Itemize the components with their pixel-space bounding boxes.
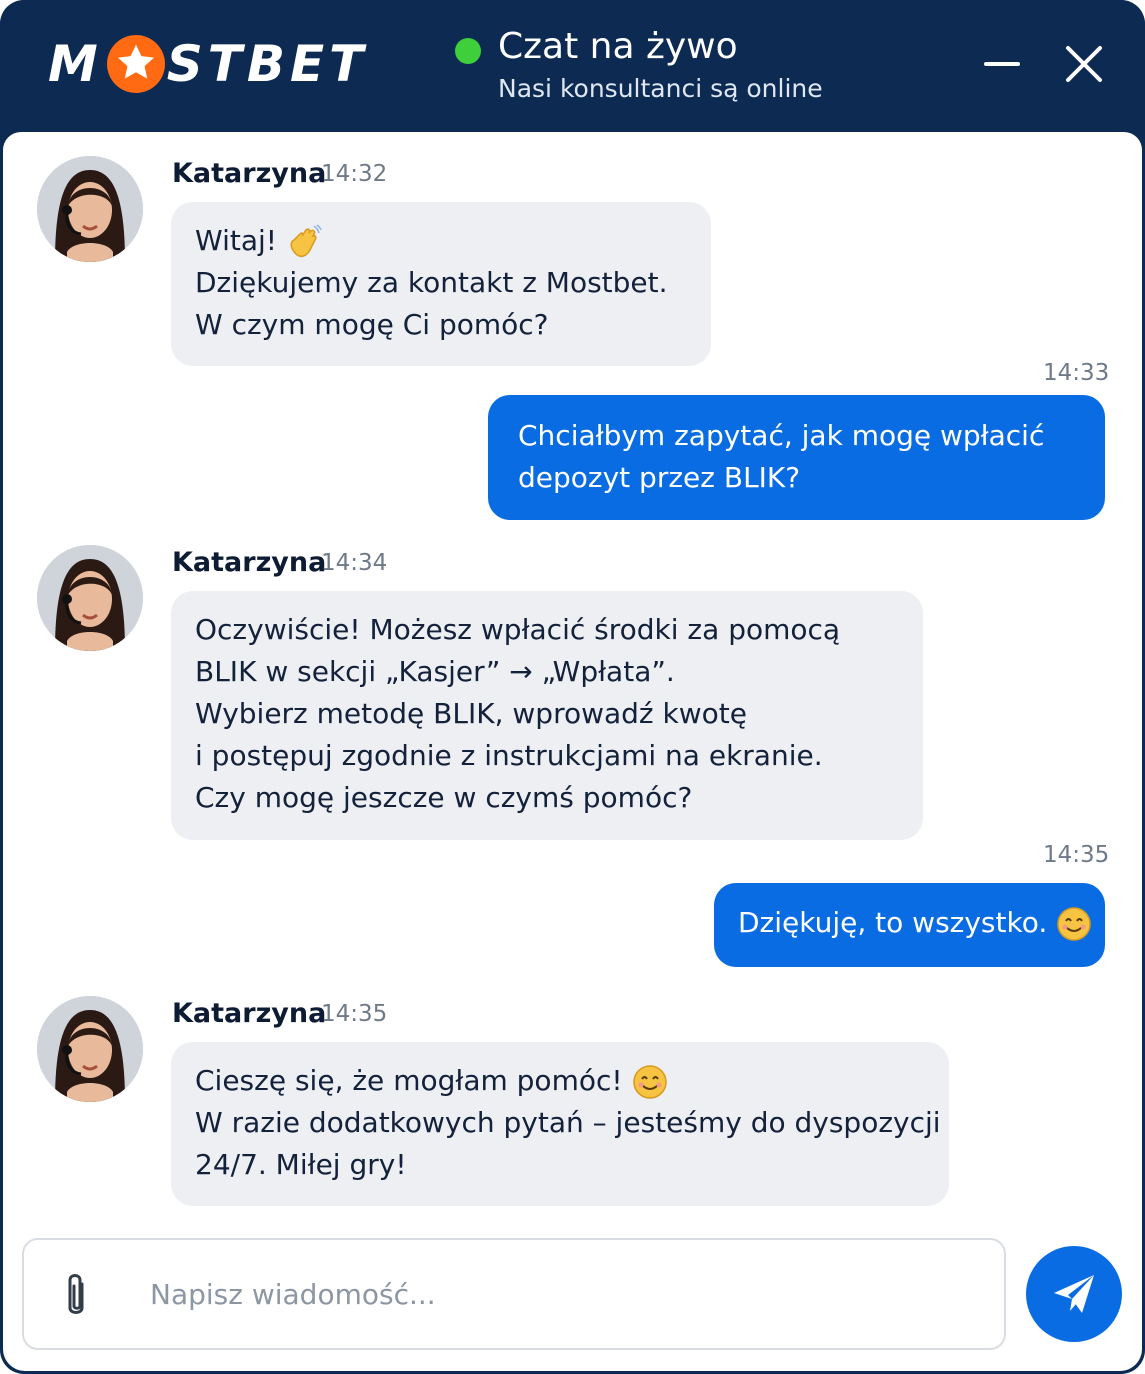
agent-name: Katarzyna — [172, 158, 327, 189]
message-time: 14:35 — [1043, 842, 1110, 868]
chat-body: Katarzyna 14:32 Witaj! Dziękujemy za kon… — [3, 132, 1142, 1371]
message-line: BLIK w sekcji „Kasjer” → „Wpłata”. — [195, 655, 675, 688]
message-time: 14:32 — [321, 161, 388, 187]
user-message-bubble: Dziękuję, to wszystko. — [714, 883, 1105, 967]
message-composer — [22, 1238, 1006, 1350]
chat-header: M STBET Czat na żywo Nasi konsultanci są… — [0, 0, 1145, 134]
message-line: Oczywiście! Możesz wpłacić środki za pom… — [195, 613, 841, 646]
agent-message-bubble: Oczywiście! Możesz wpłacić środki za pom… — [171, 591, 923, 840]
paperclip-icon — [68, 1274, 84, 1314]
agent-avatar — [37, 156, 143, 262]
message-line: i postępuj zgodnie z instrukcjami na ekr… — [195, 739, 823, 772]
waving-hand-icon — [290, 224, 322, 258]
message-line: Witaj! — [195, 220, 687, 262]
message-line: W razie dodatkowych pytań – jesteśmy do … — [195, 1106, 941, 1139]
chat-subtitle: Nasi konsultanci są online — [498, 74, 823, 103]
message-line: depozyt przez BLIK? — [518, 461, 801, 494]
agent-name: Katarzyna — [172, 547, 327, 578]
message-line: 24/7. Miłej gry! — [195, 1148, 407, 1181]
agent-avatar — [37, 545, 143, 651]
chat-title: Czat na żywo — [498, 26, 738, 67]
agent-name: Katarzyna — [172, 998, 327, 1029]
send-button[interactable] — [1026, 1246, 1122, 1342]
agent-avatar — [37, 996, 143, 1102]
chat-widget: M STBET Czat na żywo Nasi konsultanci są… — [0, 0, 1145, 1374]
message-line: Cieszę się, że mogłam pomóc! — [195, 1060, 925, 1102]
online-status-dot — [455, 38, 481, 64]
minimize-icon — [984, 62, 1020, 66]
agent-message-bubble: Cieszę się, że mogłam pomóc! W razie dod… — [171, 1042, 949, 1206]
message-line: Chciałbym zapytać, jak mogę wpłacić — [518, 419, 1045, 452]
minimize-button[interactable] — [980, 42, 1024, 86]
message-line: Dziękujemy za kontakt z Mostbet. — [195, 266, 668, 299]
logo-text-left: M — [48, 35, 103, 93]
message-input[interactable] — [150, 1268, 970, 1320]
message-line: Wybierz metodę BLIK, wprowadź kwotę — [195, 697, 747, 730]
smiling-face-icon — [632, 1065, 667, 1099]
smiling-face-icon — [1057, 907, 1091, 941]
star-icon — [106, 35, 165, 93]
agent-message-bubble: Witaj! Dziękujemy za kontakt z Mostbet. … — [171, 202, 711, 366]
message-line: Dziękuję, to wszystko. — [738, 902, 1091, 944]
user-message-bubble: Chciałbym zapytać, jak mogę wpłacić depo… — [488, 395, 1105, 520]
close-icon — [1066, 46, 1102, 82]
send-icon — [1054, 1275, 1094, 1313]
message-line: W czym mogę Ci pomóc? — [195, 308, 549, 341]
attach-button[interactable] — [60, 1270, 92, 1320]
mostbet-logo: M STBET — [48, 32, 368, 96]
message-time: 14:35 — [321, 1001, 388, 1027]
logo-text-right: STBET — [166, 35, 369, 93]
message-time: 14:33 — [1043, 360, 1110, 386]
message-line: Czy mogę jeszcze w czymś pomóc? — [195, 781, 693, 814]
close-button[interactable] — [1062, 42, 1106, 86]
message-time: 14:34 — [321, 550, 388, 576]
